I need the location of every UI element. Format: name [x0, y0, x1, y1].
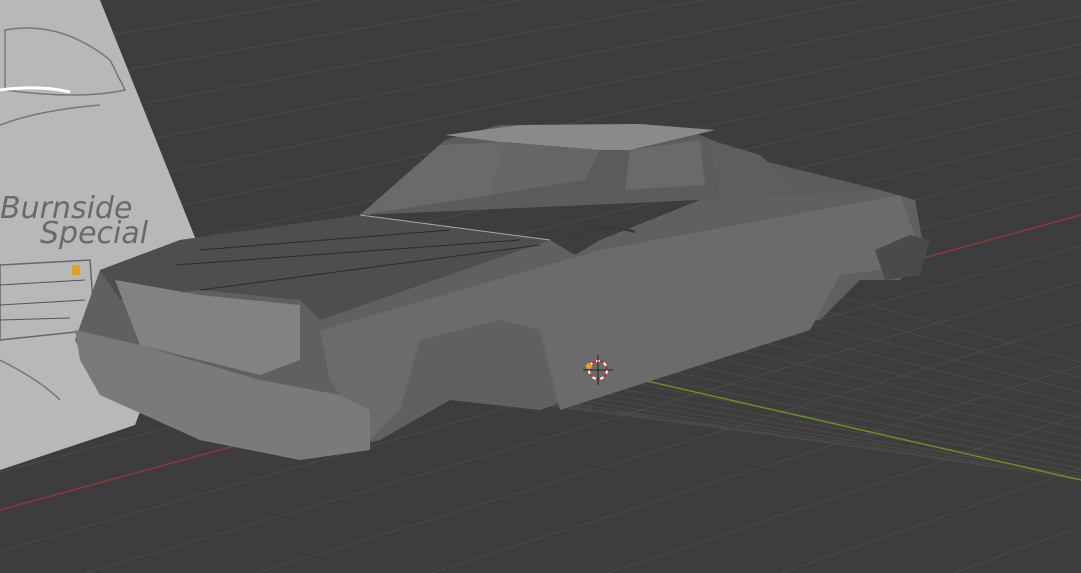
3d-viewport[interactable]: Burnside Special: [0, 0, 1081, 573]
grid-line: [781, 467, 1081, 573]
object-origin-icon: [586, 363, 592, 369]
sketch-text-line2: Special: [40, 216, 149, 251]
grid-line: [954, 525, 1081, 573]
viewport-canvas[interactable]: Burnside Special: [0, 0, 1081, 573]
